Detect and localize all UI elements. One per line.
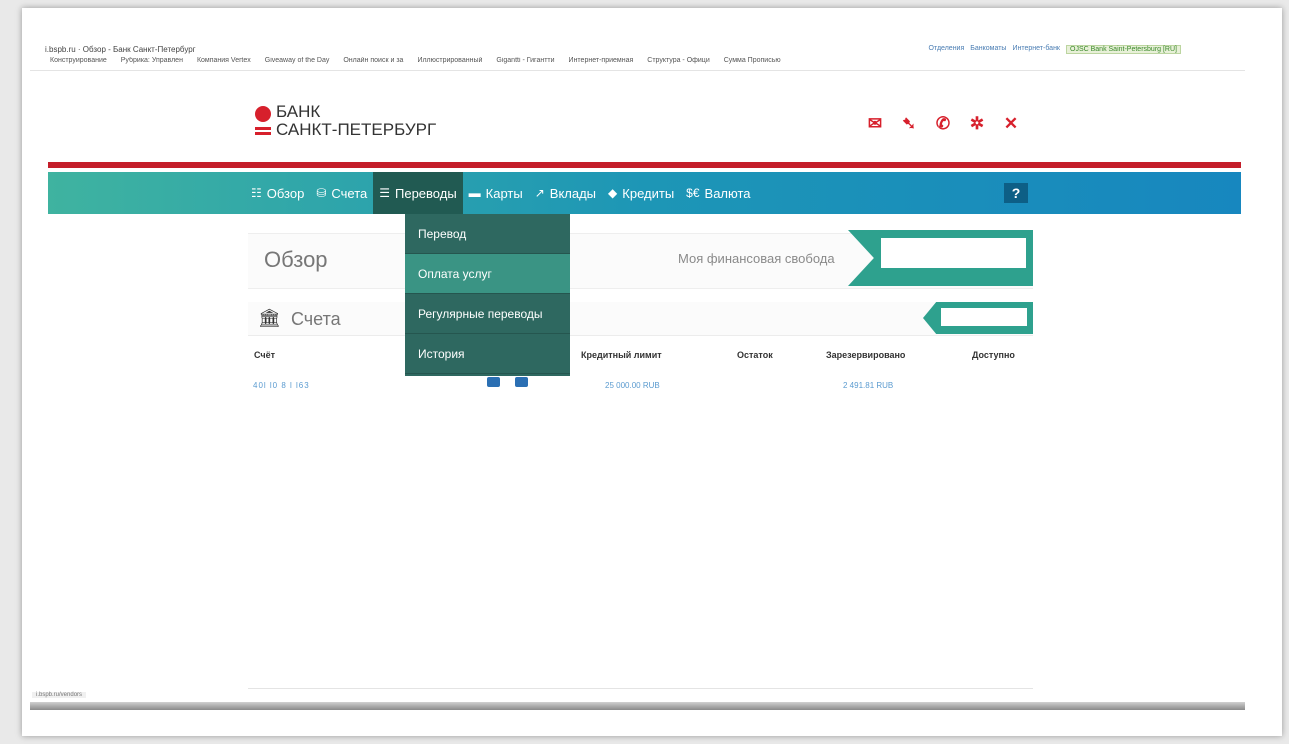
bookmark[interactable]: Компания Vertex bbox=[197, 57, 251, 70]
bookmark[interactable]: Gigantti - Гигантти bbox=[496, 57, 554, 70]
link-atms[interactable]: Банкоматы bbox=[970, 45, 1006, 54]
bookmark[interactable]: Интернет-приемная bbox=[569, 57, 634, 70]
nav-accounts[interactable]: ⛁ Счета bbox=[310, 172, 373, 214]
bookmark[interactable]: Иллюстрированный bbox=[417, 57, 482, 70]
bookmark[interactable]: Giveaway of the Day bbox=[265, 57, 330, 70]
bank-building-icon: 🏛 bbox=[258, 308, 281, 328]
overview-panel: Обзор Моя финансовая свобода bbox=[248, 230, 1033, 289]
nav-label: Карты bbox=[485, 185, 523, 201]
deposits-icon: ↗ bbox=[534, 186, 545, 200]
header-icons: ✉ ➷ ✆ ✲ ✕ bbox=[865, 114, 1021, 134]
transfers-icon: ☰ bbox=[379, 186, 390, 200]
menu-item-transfer[interactable]: Перевод bbox=[405, 214, 570, 254]
nav-label: Счета bbox=[331, 185, 368, 201]
account-number[interactable]: 40l l0 8 l l63 bbox=[253, 381, 310, 390]
nav-label: Обзор bbox=[266, 185, 305, 201]
transfers-dropdown-menu: Перевод Оплата услуг Регулярные переводы… bbox=[405, 214, 570, 376]
tab-title: i.bspb.ru · Обзор - Банк Санкт-Петербург bbox=[45, 45, 196, 54]
address-links: Отделения Банкоматы Интернет-банк OJSC B… bbox=[929, 45, 1181, 54]
accounts-title: Счета bbox=[291, 309, 341, 329]
accounts-icon: ⛁ bbox=[316, 186, 327, 200]
main-nav: ☷ Обзор ⛁ Счета ☰ Переводы ▬ Карты ↗ Вклады ◆… bbox=[48, 172, 1241, 214]
logo-line-1: БАНК bbox=[276, 102, 321, 121]
bookmark[interactable]: Рубрика: Управлен bbox=[121, 57, 183, 70]
link-branches[interactable]: Отделения bbox=[929, 45, 965, 54]
rocket-icon[interactable]: ➷ bbox=[899, 114, 919, 134]
bookmark[interactable]: Структура - Офици bbox=[647, 57, 709, 70]
card-icon[interactable] bbox=[515, 377, 528, 387]
link-internet-bank[interactable]: Интернет-банк bbox=[1012, 45, 1060, 54]
logo-line-2: САНКТ-ПЕТЕРБУРГ bbox=[276, 120, 437, 139]
nav-deposits[interactable]: ↗ Вклады bbox=[529, 172, 602, 214]
bookmark[interactable]: Конструирование bbox=[50, 57, 107, 70]
help-button[interactable]: ? bbox=[1004, 183, 1028, 203]
phone-icon[interactable]: ✆ bbox=[933, 114, 953, 134]
nav-overview[interactable]: ☷ Обзор bbox=[245, 172, 310, 214]
gear-icon[interactable]: ✲ bbox=[967, 114, 987, 134]
bank-logo-stripe bbox=[255, 132, 271, 135]
column-header-account: Счёт bbox=[254, 350, 276, 360]
menu-item-regular-transfers[interactable]: Регулярные переводы bbox=[405, 294, 570, 334]
financial-freedom-widget[interactable] bbox=[848, 230, 1033, 286]
financial-freedom-value bbox=[881, 238, 1026, 268]
nav-cards[interactable]: ▬ Карты bbox=[463, 172, 529, 214]
nav-currency[interactable]: $€ Валюта bbox=[680, 172, 756, 214]
accounts-total-widget[interactable] bbox=[923, 302, 1033, 334]
bookmarks-bar: Конструирование Рубрика: Управлен Компан… bbox=[30, 57, 1245, 71]
site-identity-badge[interactable]: OJSC Bank Saint-Petersburg [RU] bbox=[1066, 45, 1181, 54]
status-bar-url: i.bspb.ru/vendors bbox=[32, 692, 87, 698]
overview-icon: ☷ bbox=[251, 186, 262, 200]
header-divider bbox=[48, 162, 1241, 168]
bank-logo-stripe bbox=[255, 127, 271, 130]
currency-icon: $€ bbox=[686, 186, 700, 200]
nav-credits[interactable]: ◆ Кредиты bbox=[602, 172, 680, 214]
page-title: Обзор bbox=[264, 247, 328, 272]
nav-label: Кредиты bbox=[622, 185, 675, 201]
bookmark[interactable]: Онлайн поиск и за bbox=[343, 57, 403, 70]
menu-item-pay-services[interactable]: Оплата услуг bbox=[405, 254, 570, 294]
browser-address-bar[interactable]: i.bspb.ru · Обзор - Банк Санкт-Петербург… bbox=[30, 40, 1245, 58]
nav-label: Вклады bbox=[549, 185, 597, 201]
menu-item-history[interactable]: История bbox=[405, 334, 570, 374]
reserved-value: 2 491.81 RUB bbox=[843, 381, 894, 390]
bookmark[interactable]: Сумма Прописью bbox=[724, 57, 781, 70]
nav-label: Переводы bbox=[395, 185, 457, 201]
accounts-total-value bbox=[941, 308, 1027, 326]
bank-logo-icon[interactable] bbox=[255, 106, 271, 122]
content-bottom-divider bbox=[248, 688, 1033, 689]
nav-label: Валюта bbox=[704, 185, 751, 201]
close-icon[interactable]: ✕ bbox=[1001, 114, 1021, 134]
mail-icon[interactable]: ✉ bbox=[865, 114, 885, 134]
credit-limit-value: 25 000.00 RUB bbox=[605, 381, 660, 390]
column-header-balance: Остаток bbox=[737, 350, 773, 360]
card-icon[interactable] bbox=[487, 377, 500, 387]
site-header: БАНК САНКТ-ПЕТЕРБУРГ ✉ ➷ ✆ ✲ ✕ bbox=[48, 98, 1241, 160]
financial-freedom-label: Моя финансовая свобода bbox=[678, 251, 835, 266]
accounts-section-header: 🏛 Счета bbox=[248, 302, 1033, 336]
column-header-reserved: Зарезервировано bbox=[826, 350, 906, 360]
credits-icon: ◆ bbox=[608, 186, 618, 200]
cards-icon: ▬ bbox=[468, 186, 481, 200]
bank-logo-text[interactable]: БАНК САНКТ-ПЕТЕРБУРГ bbox=[276, 103, 436, 139]
os-taskbar bbox=[30, 702, 1245, 710]
nav-transfers[interactable]: ☰ Переводы bbox=[373, 172, 463, 214]
column-header-credit-limit: Кредитный лимит bbox=[581, 350, 662, 360]
column-header-available: Доступно bbox=[972, 350, 1015, 360]
